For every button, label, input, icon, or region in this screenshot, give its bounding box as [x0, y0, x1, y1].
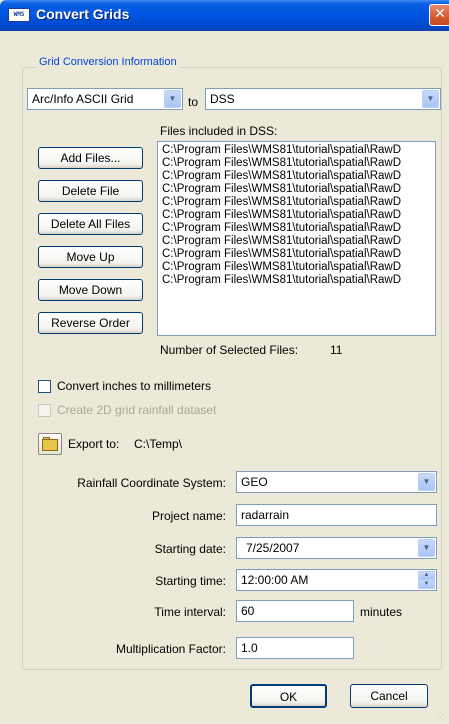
resize-grip-icon[interactable]: ⋰: [436, 713, 446, 723]
list-item[interactable]: C:\Program Files\WMS81\tutorial\spatial\…: [162, 170, 435, 183]
chevron-down-icon[interactable]: ▼: [418, 473, 435, 491]
coord-system-label: Rainfall Coordinate System:: [77, 476, 226, 490]
multiplication-factor-label: Multiplication Factor:: [115, 642, 226, 656]
list-item[interactable]: C:\Program Files\WMS81\tutorial\spatial\…: [162, 157, 435, 170]
starting-date-label: Starting date:: [154, 542, 226, 556]
time-interval-input[interactable]: 60: [236, 600, 354, 622]
list-item[interactable]: C:\Program Files\WMS81\tutorial\spatial\…: [162, 183, 435, 196]
files-list-label: Files included in DSS:: [160, 124, 278, 138]
starting-time-input[interactable]: 12:00:00 AM ▲ ▼: [236, 569, 437, 591]
list-item[interactable]: C:\Program Files\WMS81\tutorial\spatial\…: [162, 196, 435, 209]
wms-app-icon: WMS: [8, 8, 30, 22]
project-name-label: Project name:: [151, 509, 226, 523]
from-format-select[interactable]: Arc/Info ASCII Grid ▼: [27, 88, 183, 110]
list-item[interactable]: C:\Program Files\WMS81\tutorial\spatial\…: [162, 144, 435, 157]
list-item[interactable]: C:\Program Files\WMS81\tutorial\spatial\…: [162, 235, 435, 248]
convert-inches-label[interactable]: Convert inches to millimeters: [57, 379, 211, 393]
chevron-down-icon[interactable]: ▼: [422, 90, 439, 108]
time-spinner[interactable]: ▲ ▼: [418, 571, 435, 589]
coord-system-value: GEO: [241, 475, 268, 489]
to-format-select[interactable]: DSS ▼: [205, 88, 441, 110]
list-item[interactable]: C:\Program Files\WMS81\tutorial\spatial\…: [162, 261, 435, 274]
selected-files-count: 11: [330, 343, 343, 357]
to-label: to: [188, 95, 199, 109]
create-2d-grid-checkbox: [38, 404, 51, 417]
from-format-value: Arc/Info ASCII Grid: [32, 92, 134, 106]
files-listbox[interactable]: C:\Program Files\WMS81\tutorial\spatial\…: [157, 141, 436, 336]
cancel-button[interactable]: Cancel: [350, 684, 428, 708]
delete-all-files-button[interactable]: Delete All Files: [38, 213, 143, 235]
add-files-button[interactable]: Add Files...: [38, 147, 143, 169]
group-caption: Grid Conversion Information: [36, 56, 180, 68]
time-interval-units: minutes: [360, 605, 403, 619]
delete-file-button[interactable]: Delete File: [38, 180, 143, 202]
convert-grids-dialog: WMS Convert Grids ✕ Grid Conversion Info…: [0, 0, 449, 724]
convert-inches-checkbox[interactable]: [38, 380, 51, 393]
spin-up-icon[interactable]: ▲: [418, 571, 435, 580]
reverse-order-button[interactable]: Reverse Order: [38, 312, 143, 334]
create-2d-grid-label: Create 2D grid rainfall dataset: [57, 403, 217, 417]
list-item[interactable]: C:\Program Files\WMS81\tutorial\spatial\…: [162, 222, 435, 235]
starting-date-value: 7/25/2007: [246, 541, 300, 555]
starting-time-value: 12:00:00 AM: [241, 573, 309, 587]
folder-open-icon: [42, 439, 58, 451]
title-bar[interactable]: WMS Convert Grids ✕: [0, 0, 449, 31]
list-item[interactable]: C:\Program Files\WMS81\tutorial\spatial\…: [162, 209, 435, 222]
coord-system-select[interactable]: GEO ▼: [236, 471, 437, 493]
starting-date-picker[interactable]: 7/25/2007 ▼: [236, 537, 437, 559]
close-button[interactable]: ✕: [429, 4, 449, 26]
list-item[interactable]: C:\Program Files\WMS81\tutorial\spatial\…: [162, 274, 435, 287]
window-title: Convert Grids: [36, 6, 130, 22]
time-interval-label: Time interval:: [154, 605, 226, 619]
chevron-down-icon[interactable]: ▼: [164, 90, 181, 108]
move-up-button[interactable]: Move Up: [38, 246, 143, 268]
export-to-label: Export to:: [68, 437, 120, 451]
starting-time-label: Starting time:: [155, 574, 226, 588]
project-name-input[interactable]: radarrain: [236, 504, 437, 526]
move-down-button[interactable]: Move Down: [38, 279, 143, 301]
list-item[interactable]: C:\Program Files\WMS81\tutorial\spatial\…: [162, 248, 435, 261]
chevron-down-icon[interactable]: ▼: [418, 539, 435, 557]
export-path: C:\Temp\: [134, 437, 183, 451]
to-format-value: DSS: [210, 92, 235, 106]
multiplication-factor-input[interactable]: 1.0: [236, 637, 354, 659]
ok-button[interactable]: OK: [250, 684, 327, 708]
export-browse-button[interactable]: [38, 433, 62, 455]
spin-down-icon[interactable]: ▼: [418, 580, 435, 589]
selected-files-count-label: Number of Selected Files:: [160, 343, 299, 357]
